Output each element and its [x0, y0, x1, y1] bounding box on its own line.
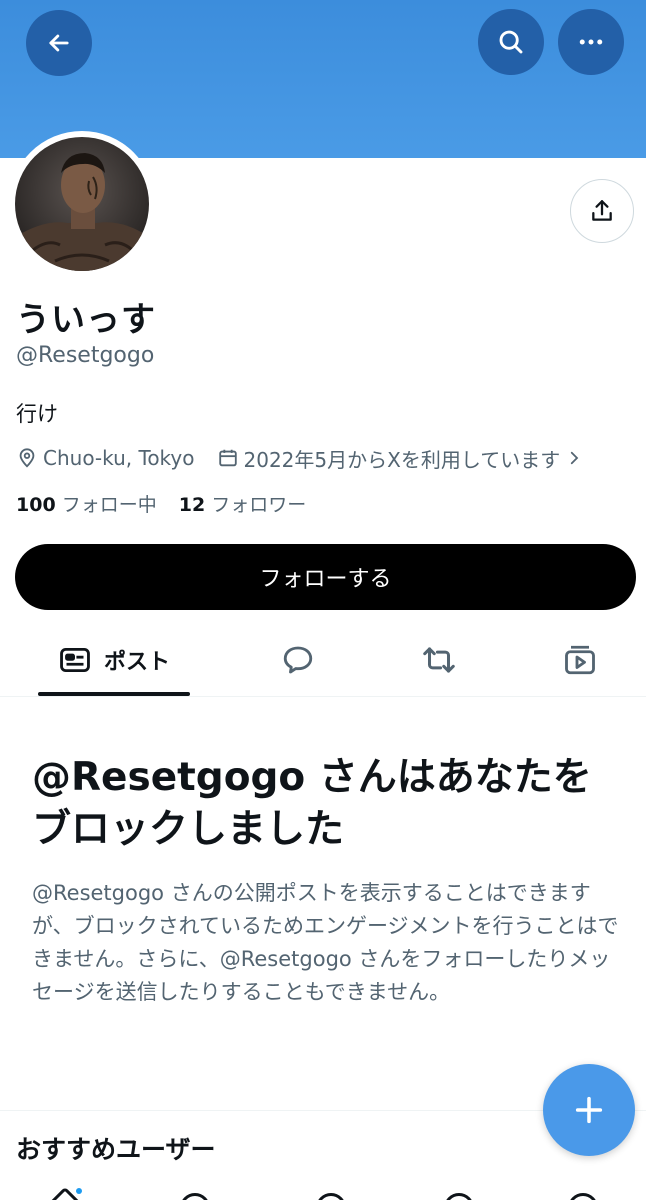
calendar-icon: [218, 449, 237, 467]
search-icon: [499, 30, 523, 54]
location: Chuo-ku, Tokyo: [16, 446, 195, 470]
display-name: ういっす: [16, 300, 156, 340]
explore-icon[interactable]: [180, 1193, 210, 1200]
bottom-nav: [0, 1186, 646, 1200]
follow-button[interactable]: フォローする: [15, 544, 636, 610]
tab-media[interactable]: [550, 625, 610, 695]
avatar-image: [15, 137, 149, 271]
following-link[interactable]: 100 フォロー中: [16, 494, 157, 516]
followers-link[interactable]: 12 フォロワー: [179, 494, 307, 516]
grok-icon[interactable]: [316, 1193, 346, 1200]
joined-text: 2022年5月からXを利用しています: [243, 447, 561, 472]
active-tab-indicator: [38, 692, 190, 696]
tab-replies[interactable]: [268, 625, 328, 695]
tab-reposts[interactable]: [409, 625, 469, 695]
location-text: Chuo-ku, Tokyo: [43, 446, 195, 470]
location-pin-icon: [19, 448, 35, 468]
more-button[interactable]: [558, 9, 624, 75]
profile-meta: Chuo-ku, Tokyo 2022年5月からXを利用しています: [16, 443, 583, 473]
reply-bubble-icon: [283, 646, 313, 674]
plus-icon: [575, 1096, 603, 1124]
profile-bio: 行け: [16, 402, 58, 426]
followers-label: フォロワー: [211, 494, 307, 516]
blocked-title: @Resetgogo さんはあなたをブロックしました: [32, 755, 592, 852]
more-horizontal-icon: [579, 39, 603, 45]
user-handle: @Resetgogo: [16, 343, 155, 368]
blocked-description: @Resetgogo さんの公開ポストを表示することはできますが、ブロックされて…: [32, 881, 619, 1004]
media-icon: [565, 645, 595, 675]
chevron-right-icon: [571, 451, 579, 465]
notification-dot: [76, 1188, 82, 1194]
back-button[interactable]: [26, 10, 92, 76]
tab-posts-label: ポスト: [103, 650, 170, 675]
suggestions-heading: おすすめユーザー: [16, 1135, 216, 1164]
following-count: 100: [16, 494, 56, 516]
avatar[interactable]: [9, 131, 155, 277]
share-button[interactable]: [570, 179, 634, 243]
tab-posts[interactable]: ポスト: [38, 625, 190, 695]
joined-date[interactable]: 2022年5月からXを利用しています: [217, 444, 584, 473]
communities-icon[interactable]: [444, 1193, 474, 1200]
messages-icon[interactable]: [568, 1193, 598, 1200]
followers-count: 12: [178, 494, 206, 516]
profile-tabs: ポスト: [0, 625, 646, 697]
repost-icon: [423, 647, 455, 673]
following-label: フォロー中: [61, 494, 157, 516]
arrow-left-icon: [49, 34, 69, 52]
follow-stats: 100 フォロー中 12 フォロワー: [16, 490, 306, 517]
share-icon: [592, 200, 612, 221]
compose-button[interactable]: [543, 1064, 635, 1156]
search-button[interactable]: [478, 9, 544, 75]
posts-icon: [60, 647, 90, 673]
